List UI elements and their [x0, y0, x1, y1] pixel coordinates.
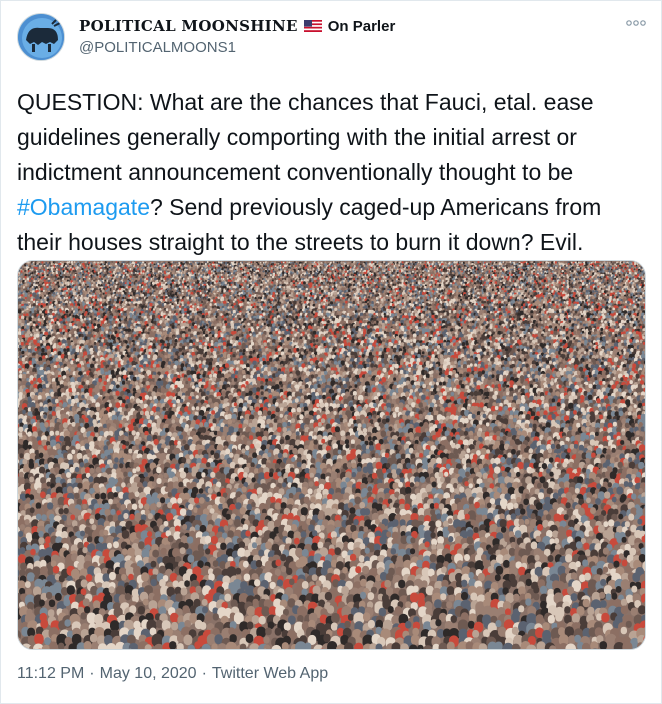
tweet-time: 11:12 PM [17, 665, 85, 682]
more-options-icon[interactable] [625, 17, 647, 29]
tweet-card: POLITICAL MOONSHINE On Parler @POLITICAL… [0, 0, 662, 704]
avatar-moonshine-icon [18, 14, 64, 60]
crowd-photo [18, 261, 645, 649]
tweet-source[interactable]: Twitter Web App [212, 665, 328, 682]
tweet-header: POLITICAL MOONSHINE On Parler @POLITICAL… [17, 11, 647, 67]
user-handle[interactable]: @POLITICALMOONS1 [79, 39, 395, 56]
tweet-text-body: QUESTION: What are the chances that Fauc… [17, 89, 594, 185]
separator-dot: · [201, 665, 207, 682]
avatar[interactable] [17, 13, 65, 61]
name-suffix: On Parler [327, 17, 396, 35]
tweet-date: May 10, 2020 [99, 665, 197, 682]
hashtag-link[interactable]: #Obamagate [17, 194, 150, 220]
display-name[interactable]: POLITICAL MOONSHINE [79, 17, 298, 35]
separator-dot: · [89, 665, 95, 682]
us-flag-icon [303, 20, 322, 32]
tweet-text: QUESTION: What are the chances that Fauc… [17, 85, 649, 260]
tweet-media-image[interactable] [17, 260, 646, 650]
tweet-timestamp[interactable]: 11:12 PM · May 10, 2020 · Twitter Web App [17, 665, 328, 683]
